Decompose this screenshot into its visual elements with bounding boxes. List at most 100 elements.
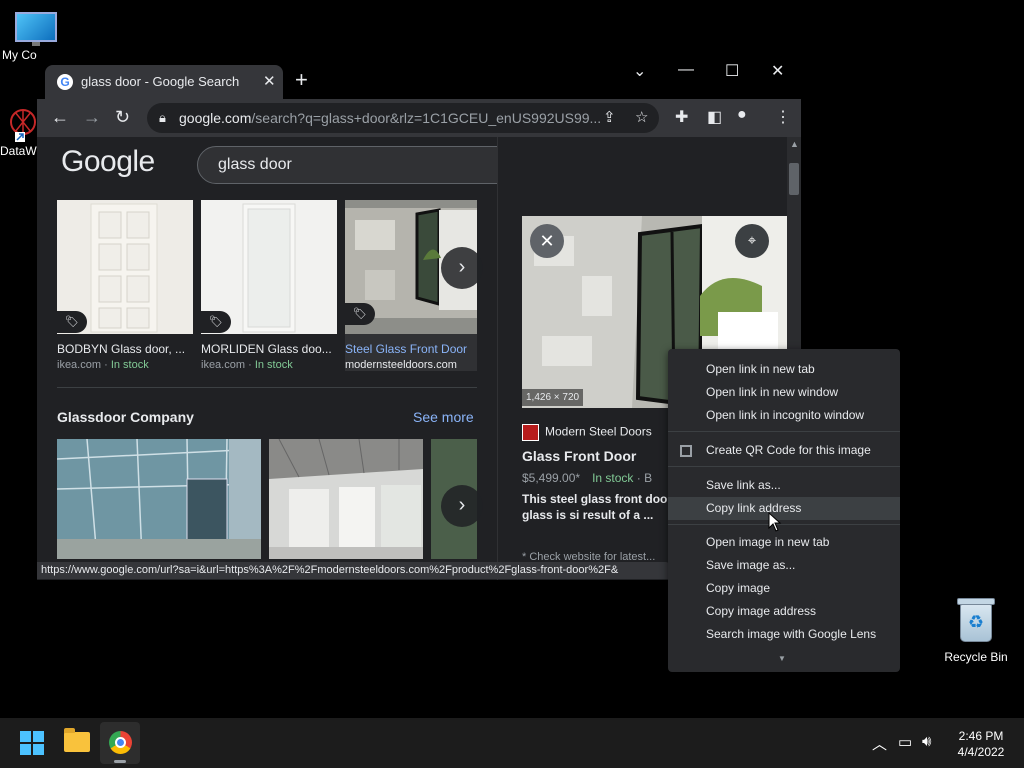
- result-source: modernsteeldoors.com: [345, 359, 477, 371]
- result-title[interactable]: Steel Glass Front Door: [345, 342, 477, 356]
- bookmark-star-icon[interactable]: ☆: [635, 108, 648, 126]
- recycle-bin-icon: ♻: [957, 598, 995, 642]
- link-status-bar: https://www.google.com/url?sa=i&url=http…: [37, 562, 669, 579]
- start-windows-icon[interactable]: [20, 731, 44, 755]
- google-favicon-icon: G: [57, 74, 73, 90]
- section-divider: [57, 387, 477, 388]
- preview-title[interactable]: Glass Front Door: [522, 448, 636, 464]
- section-title: Glassdoor Company: [57, 409, 194, 425]
- menu-item-search-google-lens[interactable]: Search image with Google Lens: [668, 623, 900, 646]
- menu-scroll-down-icon[interactable]: ▼: [778, 654, 786, 663]
- mouse-pointer-icon: [768, 512, 782, 532]
- address-bar[interactable]: 🔒︎ google.com/search?q=glass+door&rlz=1C…: [147, 103, 659, 133]
- taskbar-clock[interactable]: 2:46 PM 4/4/2022: [948, 728, 1014, 760]
- menu-item-save-link-as[interactable]: Save link as...: [668, 474, 900, 497]
- tab-search-icon[interactable]: ⌄: [633, 61, 646, 81]
- extensions-puzzle-icon[interactable]: ✚: [675, 107, 688, 127]
- maximize-button[interactable]: ☐: [725, 61, 739, 81]
- preview-source[interactable]: Modern Steel Doors: [522, 424, 652, 441]
- scroll-up-icon[interactable]: ▲: [790, 139, 799, 149]
- result-source: ikea.com · In stock: [57, 359, 149, 371]
- scrollbar-thumb[interactable]: [789, 163, 799, 195]
- result-card-bodbyn[interactable]: 🏷︎ BODBYN Glass door, ... ikea.com · In …: [57, 200, 193, 371]
- menu-separator: [668, 431, 900, 432]
- desktop-icon-label: Recycle Bin: [944, 650, 1008, 664]
- side-panel-icon[interactable]: ◧: [707, 107, 722, 127]
- close-preview-icon[interactable]: ✕: [530, 224, 564, 258]
- result-title[interactable]: MORLIDEN Glass doo...: [201, 342, 337, 356]
- preview-price-row: $5,499.00* In stock · B: [522, 471, 652, 485]
- menu-item-copy-image[interactable]: Copy image: [668, 577, 900, 600]
- company-image-2[interactable]: [269, 439, 423, 559]
- datawrapper-icon: [1, 106, 37, 142]
- source-name: Modern Steel Doors: [545, 424, 652, 439]
- volume-icon[interactable]: 🔊︎: [922, 733, 931, 750]
- result-card-morliden[interactable]: 🏷︎ MORLIDEN Glass doo... ikea.com · In s…: [201, 200, 337, 371]
- minimize-button[interactable]: —: [678, 61, 694, 79]
- result-image[interactable]: 🏷︎: [201, 200, 337, 334]
- browser-toolbar: ← → ↻ 🔒︎ google.com/search?q=glass+door&…: [37, 99, 801, 137]
- url-path: /search?q=glass+door&rlz=1C1GCEU_enUS992…: [251, 110, 602, 126]
- file-explorer-icon[interactable]: [64, 728, 90, 752]
- result-title[interactable]: BODBYN Glass door, ...: [57, 342, 193, 356]
- company-image-1[interactable]: [57, 439, 261, 559]
- menu-item-copy-link-address[interactable]: Copy link address: [668, 497, 900, 520]
- tab-strip: G glass door - Google Search ✕ + ⌄ — ☐ ✕: [37, 53, 801, 99]
- forward-arrow-icon[interactable]: →: [83, 107, 101, 128]
- shopping-tag-icon: 🏷︎: [201, 311, 231, 333]
- desktop-icon-label: DataW: [0, 144, 37, 158]
- tab-close-icon[interactable]: ✕: [263, 72, 276, 90]
- preview-price: $5,499.00*: [522, 471, 581, 485]
- result-source: ikea.com · In stock: [201, 359, 293, 371]
- site-favicon-icon: [522, 424, 539, 441]
- network-icon[interactable]: ▭: [898, 733, 912, 751]
- url-text: google.com/search?q=glass+door&rlz=1C1GC…: [179, 110, 601, 126]
- menu-item-save-image-as[interactable]: Save image as...: [668, 554, 900, 577]
- result-domain: modernsteeldoors.com: [345, 359, 457, 371]
- result-stock: In stock: [254, 359, 293, 371]
- reload-icon[interactable]: ↻: [115, 107, 130, 128]
- profile-avatar-icon[interactable]: ●: [737, 106, 747, 124]
- preview-stock-suffix: · B: [636, 471, 653, 485]
- taskbar: ︿ ▭ 🔊︎ 2:46 PM 4/4/2022: [0, 718, 1024, 768]
- image-dimensions: 1,426 × 720: [522, 389, 584, 406]
- taskbar-chrome-button[interactable]: [100, 722, 140, 764]
- menu-item-open-link-incognito[interactable]: Open link in incognito window: [668, 404, 900, 427]
- new-tab-button[interactable]: +: [295, 67, 308, 93]
- menu-item-open-link-new-tab[interactable]: Open link in new tab: [668, 358, 900, 381]
- lock-icon[interactable]: 🔒︎: [159, 110, 166, 126]
- tray-chevron-up-icon[interactable]: ︿: [872, 733, 887, 754]
- tab-glass-door[interactable]: G glass door - Google Search ✕: [45, 65, 283, 99]
- menu-item-copy-image-address[interactable]: Copy image address: [668, 600, 900, 623]
- menu-item-label: Create QR Code for this image: [706, 443, 871, 457]
- desktop-icon-recycle-bin[interactable]: ♻ Recycle Bin: [942, 598, 1010, 664]
- carousel-next-button-2[interactable]: ›: [441, 485, 483, 527]
- clock-date: 4/4/2022: [957, 745, 1005, 759]
- menu-item-open-link-new-window[interactable]: Open link in new window: [668, 381, 900, 404]
- result-domain: ikea.com: [201, 359, 246, 371]
- computer-icon: [15, 12, 57, 46]
- menu-separator: [668, 524, 900, 525]
- preview-stock: In stock: [592, 471, 634, 485]
- menu-item-create-qr[interactable]: Create QR Code for this image: [668, 439, 900, 462]
- url-host: google.com: [179, 110, 252, 126]
- result-domain: ikea.com: [57, 359, 102, 371]
- tab-title: glass door - Google Search: [81, 74, 240, 89]
- google-logo[interactable]: Google: [61, 145, 155, 179]
- menu-item-open-image-new-tab[interactable]: Open image in new tab: [668, 531, 900, 554]
- lens-search-icon[interactable]: ⌖: [735, 224, 769, 258]
- shopping-tag-icon: 🏷︎: [57, 311, 87, 333]
- carousel-next-button[interactable]: ›: [441, 247, 483, 289]
- qr-code-icon: [680, 445, 692, 457]
- back-arrow-icon[interactable]: ←: [51, 107, 69, 128]
- desktop-icon-dataw[interactable]: DataW: [0, 106, 38, 158]
- result-image[interactable]: 🏷︎: [57, 200, 193, 334]
- context-menu: Open link in new tab Open link in new wi…: [668, 349, 900, 672]
- see-more-link[interactable]: See more: [413, 409, 474, 425]
- result-stock: In stock: [110, 359, 149, 371]
- active-indicator: [114, 760, 126, 763]
- share-icon[interactable]: ⇪: [603, 108, 616, 126]
- chrome-icon: [109, 731, 132, 754]
- menu-kebab-icon[interactable]: ⋮: [775, 107, 791, 127]
- close-window-button[interactable]: ✕: [771, 61, 784, 81]
